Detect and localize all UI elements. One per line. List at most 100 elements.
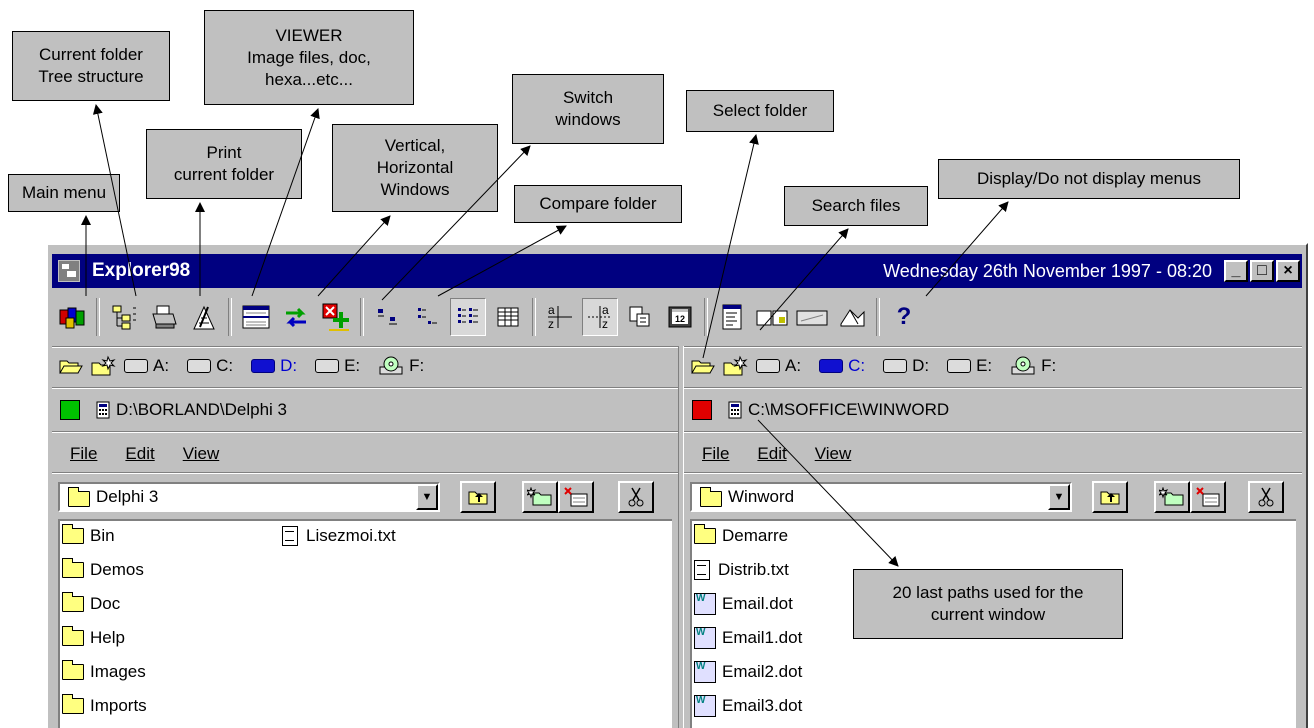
utilities-button[interactable] [834,298,870,336]
status-indicator [692,400,712,420]
help-button[interactable]: ? [886,298,922,336]
folder-icon [700,487,722,507]
list-item[interactable]: Bin [62,523,115,549]
sort-by-extension-button[interactable]: az [582,298,618,336]
drive-properties-button[interactable] [794,298,830,336]
list-item[interactable]: Demos [62,557,144,583]
last-paths-dropdown[interactable]: Delphi 3 ▼ [58,482,440,512]
app-icon[interactable] [58,260,80,282]
list-item[interactable]: Email1.dot [694,625,802,651]
drive-d[interactable]: D: [883,356,929,376]
vertical-horizontal-button[interactable] [238,298,274,336]
folder-icon [62,694,84,714]
word-document-icon [694,593,716,615]
chevron-down-icon[interactable]: ▼ [1048,484,1070,510]
status-indicator [60,400,80,420]
up-folder-button[interactable] [1092,481,1128,513]
switch-arrows-icon [286,307,306,328]
calculator-icon[interactable] [728,401,742,419]
up-folder-button[interactable] [460,481,496,513]
text-file-icon [282,526,298,546]
toolbar-separator [360,298,364,336]
close-button[interactable]: × [1276,260,1300,282]
open-folder-icon[interactable] [58,355,84,377]
list-item[interactable]: Demarre [694,523,788,549]
viewer-button[interactable] [186,298,222,336]
callout-main-menu: Main menu [8,174,120,212]
drive-e[interactable]: E: [947,356,992,376]
large-icons-icon [378,309,397,325]
maximize-button[interactable]: □ [1250,260,1274,282]
drive-c[interactable]: C: [187,356,233,376]
svg-text:a: a [602,303,609,317]
large-icons-button[interactable] [370,298,406,336]
compare-folder-button[interactable] [318,298,354,336]
list-item[interactable]: Help [62,625,125,651]
cd-drive-icon [379,356,403,375]
display-menus-button[interactable] [714,298,750,336]
new-folder-icon[interactable] [90,355,116,377]
list-item[interactable]: Email3.dot [694,693,802,719]
menu-view[interactable]: View [183,444,220,464]
sort-by-name-button[interactable]: az [542,298,578,336]
new-folder-icon[interactable] [722,355,748,377]
small-icons-button[interactable] [410,298,446,336]
list-view-button[interactable] [450,298,486,336]
details-view-button[interactable] [490,298,526,336]
tree-icon [112,305,136,330]
search-files-button[interactable] [622,298,658,336]
drive-d[interactable]: D: [251,356,297,376]
minimize-icon: _ [1231,262,1241,279]
chevron-down-icon[interactable]: ▼ [416,484,438,510]
up-folder-icon [468,491,488,505]
last-paths-dropdown[interactable]: Winword ▼ [690,482,1072,512]
delete-button[interactable] [1190,481,1226,513]
drive-c[interactable]: C: [819,356,865,376]
toolbar-separator [532,298,536,336]
drive-f[interactable]: F: [1010,356,1056,376]
main-menu-button[interactable] [54,298,90,336]
printer-icon [152,305,177,329]
options-icon [756,310,788,326]
cut-button[interactable] [1248,481,1284,513]
menu-edit[interactable]: Edit [125,444,154,464]
cut-button[interactable] [618,481,654,513]
menu-edit[interactable]: Edit [757,444,786,464]
divider [52,431,678,433]
list-item[interactable]: Lisezmoi.txt [282,523,396,549]
divider [684,387,1302,389]
list-item[interactable]: Distrib.txt [694,557,789,583]
menu-file[interactable]: File [702,444,729,464]
sort-by-date-button[interactable]: 12 [662,298,698,336]
main-menu-icon [59,307,85,329]
floppy-drive-icon [124,359,148,373]
list-item[interactable]: Email2.dot [694,659,802,685]
list-item[interactable]: Email.dot [694,591,793,617]
open-folder-icon[interactable] [690,355,716,377]
toolbar: az az 12 ? [52,291,1302,343]
drive-f[interactable]: F: [378,356,424,376]
list-item[interactable]: Images [62,659,146,685]
drive-e[interactable]: E: [315,356,360,376]
delete-button[interactable] [558,481,594,513]
word-document-icon [694,627,716,649]
menu-file[interactable]: File [70,444,97,464]
print-button[interactable] [146,298,182,336]
drive-a[interactable]: A: [756,356,801,376]
drive-a[interactable]: A: [124,356,169,376]
file-list: Bin Demos Doc Help Images Imports Lisezm… [58,519,672,728]
switch-windows-button[interactable] [278,298,314,336]
tree-structure-button[interactable] [106,298,142,336]
small-icons-icon [418,308,437,324]
maximize-icon: □ [1257,262,1267,279]
list-item[interactable]: Imports [62,693,147,719]
list-item[interactable]: Doc [62,591,120,617]
current-path: D:\BORLAND\Delphi 3 [116,400,288,419]
new-folder-button[interactable] [522,481,558,513]
minimize-button[interactable]: _ [1224,260,1248,282]
new-folder-button[interactable] [1154,481,1190,513]
calculator-icon[interactable] [96,401,110,419]
options-button[interactable] [754,298,790,336]
menu-view[interactable]: View [815,444,852,464]
toolbar-separator [876,298,880,336]
